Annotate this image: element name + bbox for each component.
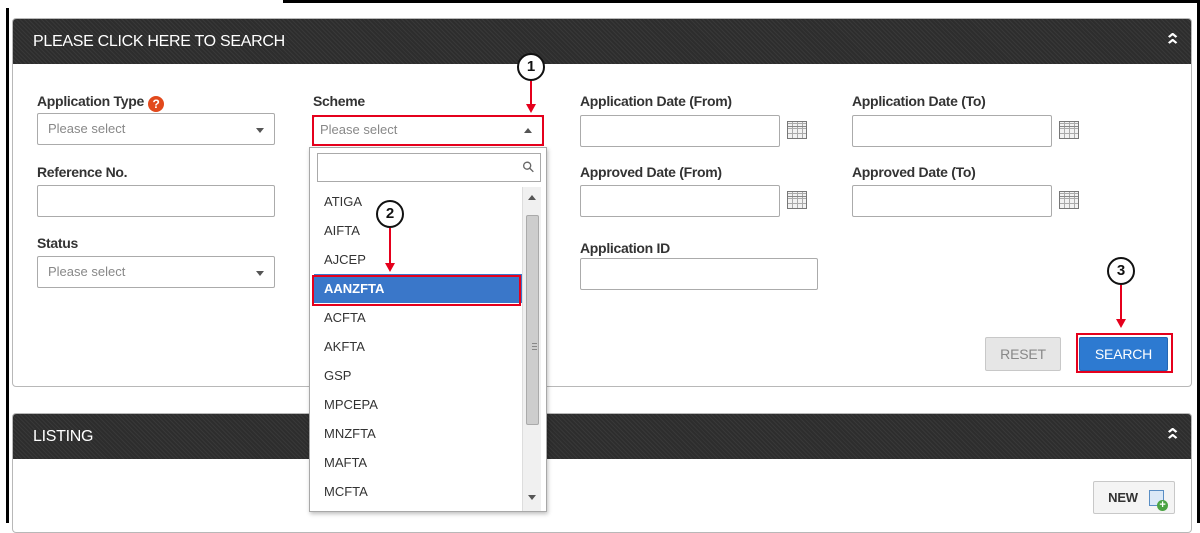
calendar-icon[interactable] <box>1059 191 1079 209</box>
highlight-box-aanzfta <box>312 275 521 306</box>
approved-date-to-input[interactable] <box>852 185 1052 217</box>
new-button-label: NEW <box>1108 490 1138 505</box>
scheme-dropdown: ⚲ ATIGA AIFTA AJCEP AANZFTA ACFTA AKFTA … <box>309 147 547 512</box>
application-type-placeholder: Please select <box>48 121 126 136</box>
application-date-from-label: Application Date (From) <box>580 93 732 109</box>
listing-panel-header[interactable]: LISTING ⌃ ⌃ <box>13 414 1191 459</box>
collapse-icon-second-chevron: ⌃ <box>1164 433 1181 450</box>
search-panel-header[interactable]: PLEASE CLICK HERE TO SEARCH ⌃ ⌃ <box>13 19 1191 64</box>
search-panel-title: PLEASE CLICK HERE TO SEARCH <box>33 33 285 50</box>
scheme-option[interactable]: MCFTA <box>314 477 522 506</box>
listing-panel: LISTING ⌃ ⌃ <box>12 413 1192 533</box>
new-document-icon <box>1149 490 1168 511</box>
scheme-option[interactable]: MPCEPA <box>314 390 522 419</box>
scheme-search-input[interactable]: ⚲ <box>317 153 541 182</box>
arrow-3-head <box>1116 319 1126 328</box>
arrow-1-line <box>530 81 532 104</box>
collapse-icon-second-chevron: ⌃ <box>1164 38 1181 55</box>
approved-date-from-label: Approved Date (From) <box>580 164 722 180</box>
scheme-option[interactable]: AIFTA <box>314 216 522 245</box>
approved-date-from-input[interactable] <box>580 185 780 217</box>
listing-panel-title: LISTING <box>33 428 94 445</box>
chevron-down-icon <box>256 128 264 133</box>
scheme-option[interactable]: ACFTA <box>314 303 522 332</box>
reference-no-label: Reference No. <box>37 164 128 180</box>
application-type-label: Application Type? <box>37 93 164 112</box>
status-select[interactable]: Please select <box>37 256 275 288</box>
grip-icon <box>532 343 537 352</box>
chevron-down-icon <box>256 271 264 276</box>
application-type-select[interactable]: Please select <box>37 113 275 145</box>
application-type-label-text: Application Type <box>37 93 144 109</box>
reference-no-input[interactable] <box>37 185 275 217</box>
callout-badge-3: 3 <box>1107 257 1135 285</box>
frame-left-border <box>6 8 9 523</box>
scroll-down-icon[interactable] <box>528 495 536 500</box>
application-id-label: Application ID <box>580 240 670 256</box>
arrow-2-line <box>389 228 391 263</box>
scheme-option-list: ATIGA AIFTA AJCEP AANZFTA ACFTA AKFTA GS… <box>314 187 522 510</box>
highlight-box-scheme-select <box>312 115 544 146</box>
frame-top-border <box>283 0 1200 3</box>
arrow-2-head <box>385 263 395 272</box>
scheme-option[interactable]: GSP <box>314 361 522 390</box>
callout-badge-2: 2 <box>376 200 404 228</box>
scheme-option[interactable]: AKFTA <box>314 332 522 361</box>
scroll-up-icon[interactable] <box>528 195 536 200</box>
status-label: Status <box>37 235 78 251</box>
scheme-option[interactable]: MNZFTA <box>314 419 522 448</box>
scheme-label: Scheme <box>313 93 365 109</box>
scrollbar-thumb[interactable] <box>526 215 539 425</box>
calendar-icon[interactable] <box>787 121 807 139</box>
status-placeholder: Please select <box>48 264 126 279</box>
arrow-1-head <box>526 104 536 113</box>
new-button[interactable]: NEW <box>1093 481 1175 514</box>
approved-date-to-label: Approved Date (To) <box>852 164 976 180</box>
arrow-3-line <box>1120 285 1122 319</box>
calendar-icon[interactable] <box>1059 121 1079 139</box>
application-id-input[interactable] <box>580 258 818 290</box>
application-date-to-label: Application Date (To) <box>852 93 986 109</box>
scheme-option[interactable]: AJCEP <box>314 245 522 274</box>
calendar-icon[interactable] <box>787 191 807 209</box>
scheme-list-scrollbar[interactable] <box>522 187 541 511</box>
callout-badge-1: 1 <box>517 53 545 81</box>
application-date-from-input[interactable] <box>580 115 780 147</box>
scheme-option[interactable]: ATIGA <box>314 187 522 216</box>
search-icon: ⚲ <box>518 157 539 178</box>
help-icon[interactable]: ? <box>147 96 164 112</box>
application-date-to-input[interactable] <box>852 115 1052 147</box>
reset-button[interactable]: RESET <box>985 337 1061 371</box>
scheme-option[interactable]: MAFTA <box>314 448 522 477</box>
highlight-box-search-button <box>1076 333 1173 373</box>
